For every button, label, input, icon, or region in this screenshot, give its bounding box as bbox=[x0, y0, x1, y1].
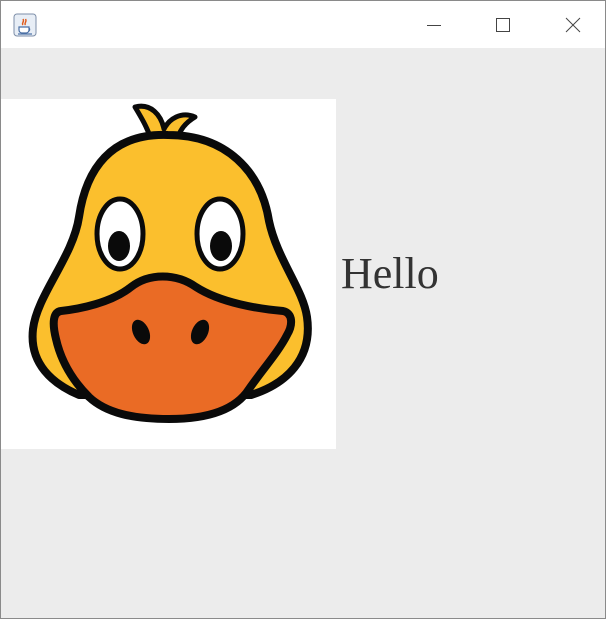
close-icon bbox=[565, 17, 581, 32]
hello-label: Hello bbox=[341, 249, 439, 298]
app-window: Hello bbox=[0, 0, 606, 619]
minimize-icon bbox=[427, 24, 441, 26]
duck-face-icon bbox=[28, 103, 312, 423]
close-button[interactable] bbox=[550, 1, 596, 48]
maximize-icon bbox=[496, 17, 510, 32]
minimize-button[interactable] bbox=[411, 1, 457, 48]
title-bar[interactable] bbox=[1, 1, 605, 48]
content-pane: Hello bbox=[1, 48, 605, 618]
duck-image bbox=[1, 99, 336, 449]
java-coffee-cup-icon[interactable] bbox=[13, 13, 37, 37]
maximize-button[interactable] bbox=[480, 1, 526, 48]
